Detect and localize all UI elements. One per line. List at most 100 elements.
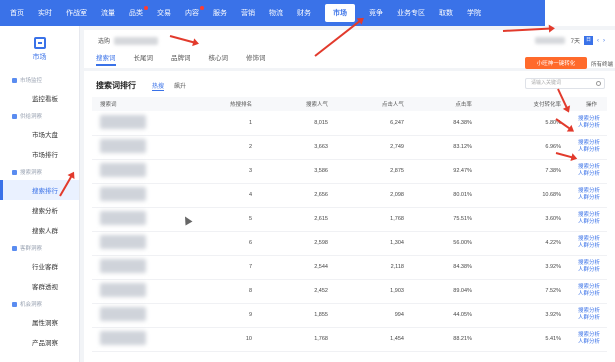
- sidebar-item[interactable]: 搜索人群: [0, 220, 79, 240]
- column-header[interactable]: 支付转化率: [481, 97, 571, 111]
- operation-link[interactable]: 搜索分析: [571, 188, 607, 195]
- blurred-keyword: [100, 114, 146, 129]
- keyword-cell: [92, 111, 202, 136]
- operation-link[interactable]: 搜索分析: [571, 308, 607, 315]
- operation-link[interactable]: 搜索分析: [571, 140, 607, 147]
- popularity-cell: 2,544: [262, 255, 338, 280]
- nav-item[interactable]: 营销: [241, 8, 255, 18]
- folder-icon: [12, 77, 17, 83]
- tab-item[interactable]: 修饰词: [246, 52, 266, 66]
- next-icon[interactable]: ›: [603, 38, 605, 44]
- sidebar-group-label: 市场监控: [20, 78, 43, 84]
- popularity-cell: 1,768: [262, 327, 338, 352]
- operation-link[interactable]: 人群分析: [571, 195, 607, 202]
- sidebar-group-label: 供给洞察: [20, 114, 43, 120]
- column-header: 搜索词: [92, 97, 202, 111]
- operation-cell: 搜索分析 人群分析: [571, 111, 607, 136]
- sidebar-item[interactable]: 市场大盘: [0, 124, 79, 144]
- column-header[interactable]: 点击人气: [337, 97, 414, 111]
- conv-cell: 3.92%: [481, 255, 571, 280]
- operation-link[interactable]: 人群分析: [571, 219, 607, 226]
- column-header[interactable]: 点击率: [413, 97, 482, 111]
- operation-link[interactable]: 搜索分析: [571, 116, 607, 123]
- nav-item[interactable]: 作战室: [66, 8, 87, 18]
- terminal-select[interactable]: 所有终端: [591, 60, 613, 68]
- operation-link[interactable]: 人群分析: [571, 267, 607, 274]
- search-icon[interactable]: [596, 81, 601, 86]
- operation-link[interactable]: 搜索分析: [571, 284, 607, 291]
- user-area[interactable]: [545, 0, 615, 26]
- column-header[interactable]: 搜索人气: [262, 97, 338, 111]
- sidebar-logo[interactable]: 市场: [0, 26, 79, 72]
- nav-item[interactable]: 市场: [325, 4, 355, 22]
- click-cell: 1,768: [337, 207, 414, 232]
- nav-item[interactable]: 服务: [213, 8, 227, 18]
- sidebar-item[interactable]: 行业客群: [0, 256, 79, 276]
- nav-item[interactable]: 竞争: [369, 8, 383, 18]
- nav-item[interactable]: 首页: [10, 8, 24, 18]
- convert-button[interactable]: 小旺神一键转化: [525, 57, 587, 69]
- tab-item[interactable]: 搜索词: [96, 52, 116, 66]
- sidebar-item[interactable]: 属性洞察: [0, 312, 79, 332]
- day-button[interactable]: 日: [584, 36, 593, 45]
- operation-cell: 搜索分析 人群分析: [571, 159, 607, 184]
- blurred-keyword: [100, 187, 146, 201]
- conv-cell: 7.52%: [481, 279, 571, 304]
- tab-item[interactable]: 长尾词: [134, 52, 154, 66]
- table-row: 8 2,452 1,903 89.04% 7.52% 搜索分析 人群分析: [92, 279, 607, 304]
- operation-link[interactable]: 人群分析: [571, 147, 607, 154]
- conv-cell: 6.96%: [481, 135, 571, 160]
- sidebar-group: 供给洞察: [0, 108, 79, 124]
- nav-item[interactable]: 物流: [269, 8, 283, 18]
- sidebar-item[interactable]: 搜索分析: [0, 200, 79, 220]
- nav-item[interactable]: 实时: [38, 8, 52, 18]
- operation-link[interactable]: 人群分析: [571, 243, 607, 250]
- operation-link[interactable]: 搜索分析: [571, 212, 607, 219]
- operation-link[interactable]: 人群分析: [571, 171, 607, 178]
- rank-cell: 6: [202, 231, 262, 256]
- nav-item[interactable]: 学院: [467, 8, 481, 18]
- table-row: 2 3,663 2,749 83.12% 6.96% 搜索分析 人群分析: [92, 135, 607, 160]
- sidebar-item[interactable]: 监控看板: [0, 88, 79, 108]
- sidebar-group-label: 机会洞察: [20, 302, 43, 308]
- click-cell: 2,749: [337, 135, 414, 160]
- click-cell: 1,454: [337, 327, 414, 352]
- click-cell: 6,247: [337, 111, 414, 136]
- popularity-cell: 3,663: [262, 135, 338, 160]
- operation-link[interactable]: 搜索分析: [571, 164, 607, 171]
- conv-cell: 5.80%: [481, 111, 571, 136]
- nav-item[interactable]: 业务专区: [397, 8, 425, 18]
- sidebar-item[interactable]: 客群透视: [0, 276, 79, 296]
- date-range-label[interactable]: 7天: [571, 36, 580, 45]
- keyword-cell: [92, 135, 202, 160]
- tab-item[interactable]: 品牌词: [171, 52, 191, 66]
- operation-link[interactable]: 人群分析: [571, 291, 607, 298]
- nav-item[interactable]: 交易: [157, 8, 171, 18]
- nav-item[interactable]: 财务: [297, 8, 311, 18]
- sidebar-item[interactable]: 产品洞察: [0, 332, 79, 352]
- tab-item[interactable]: 核心词: [209, 52, 229, 66]
- sidebar-item[interactable]: 市场排行: [0, 144, 79, 164]
- blurred-keyword: [100, 163, 146, 177]
- column-header[interactable]: 热搜排名: [202, 97, 262, 111]
- popularity-cell: 2,656: [262, 183, 338, 208]
- folder-icon: [12, 113, 17, 119]
- operation-link[interactable]: 人群分析: [571, 339, 607, 346]
- operation-link[interactable]: 搜索分析: [571, 332, 607, 339]
- notification-dot: [200, 6, 204, 10]
- operation-link[interactable]: 搜索分析: [571, 260, 607, 267]
- nav-item[interactable]: 品类: [129, 6, 148, 18]
- nav-item[interactable]: 流量: [101, 8, 115, 18]
- subtab-item[interactable]: 飙升: [174, 81, 186, 91]
- operation-link[interactable]: 人群分析: [571, 315, 607, 322]
- keyword-search-input[interactable]: 请输入关键词: [525, 78, 605, 89]
- prev-icon[interactable]: ‹: [597, 38, 599, 44]
- nav-item[interactable]: 内容: [185, 6, 204, 18]
- operation-link[interactable]: 搜索分析: [571, 236, 607, 243]
- nav-item[interactable]: 取数: [439, 8, 453, 18]
- operation-link[interactable]: 人群分析: [571, 123, 607, 130]
- subtab-item[interactable]: 热搜: [152, 81, 165, 91]
- tabs: 搜索词 长尾词 品牌词 核心词 修饰词: [96, 52, 284, 66]
- operation-cell: 搜索分析 人群分析: [571, 327, 607, 352]
- conv-cell: 7.38%: [481, 159, 571, 184]
